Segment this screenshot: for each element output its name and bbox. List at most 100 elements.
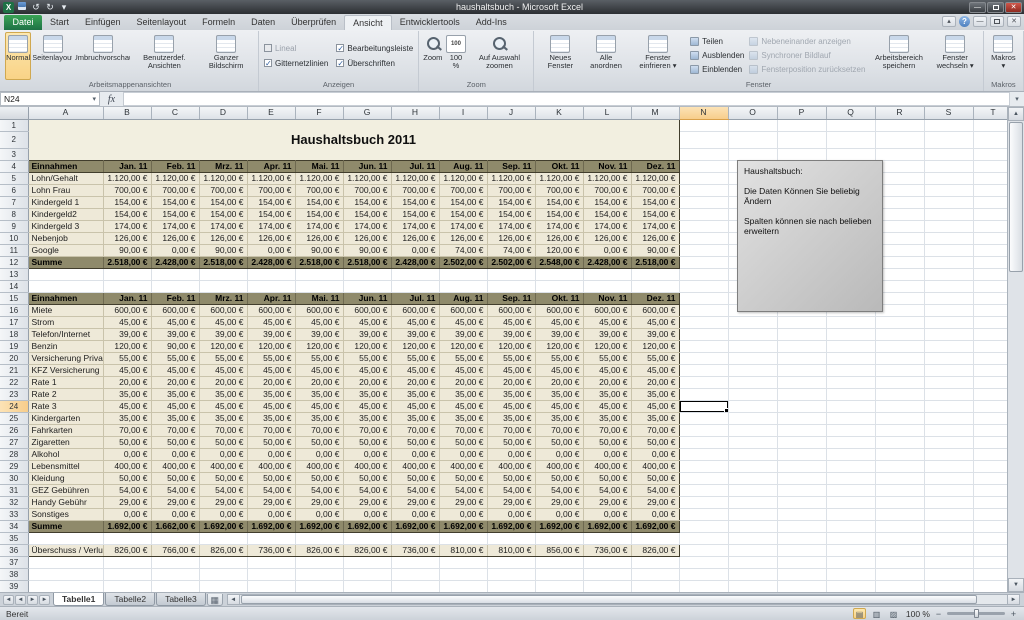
cell[interactable]: 126,00 € bbox=[295, 232, 343, 244]
cell[interactable]: 1.120,00 € bbox=[103, 172, 151, 184]
cell[interactable] bbox=[777, 340, 826, 352]
cell[interactable]: 1.120,00 € bbox=[199, 172, 247, 184]
cell[interactable] bbox=[295, 280, 343, 292]
cell[interactable]: 126,00 € bbox=[199, 232, 247, 244]
row-header-13[interactable]: 13 bbox=[0, 268, 28, 280]
month-header[interactable]: Mrz. 11 bbox=[199, 292, 247, 304]
selected-cell[interactable] bbox=[679, 400, 728, 412]
cell[interactable]: 400,00 € bbox=[583, 460, 631, 472]
cell[interactable] bbox=[924, 496, 973, 508]
cell[interactable] bbox=[875, 484, 924, 496]
cell[interactable] bbox=[777, 508, 826, 520]
row-header-17[interactable]: 17 bbox=[0, 316, 28, 328]
cell[interactable]: 54,00 € bbox=[343, 484, 391, 496]
cell[interactable]: 50,00 € bbox=[151, 472, 199, 484]
row-header-15[interactable]: 15 bbox=[0, 292, 28, 304]
cell[interactable]: 700,00 € bbox=[487, 184, 535, 196]
month-header[interactable]: Okt. 11 bbox=[535, 160, 583, 172]
cell[interactable] bbox=[728, 568, 777, 580]
cell[interactable]: 826,00 € bbox=[295, 544, 343, 556]
cell[interactable]: 50,00 € bbox=[583, 472, 631, 484]
row-header-27[interactable]: 27 bbox=[0, 436, 28, 448]
cell[interactable]: 45,00 € bbox=[391, 400, 439, 412]
cell[interactable]: 54,00 € bbox=[535, 484, 583, 496]
cell[interactable] bbox=[679, 256, 728, 268]
cell[interactable]: 174,00 € bbox=[247, 220, 295, 232]
month-header[interactable]: Feb. 11 bbox=[151, 160, 199, 172]
cell[interactable] bbox=[103, 532, 151, 544]
cell[interactable]: 1.692,00 € bbox=[391, 520, 439, 532]
row-label[interactable]: Kindergeld 1 bbox=[28, 196, 103, 208]
cell[interactable]: 400,00 € bbox=[295, 460, 343, 472]
cell[interactable]: 35,00 € bbox=[343, 388, 391, 400]
cell[interactable] bbox=[924, 268, 973, 280]
cell[interactable]: 600,00 € bbox=[535, 304, 583, 316]
cell[interactable]: 0,00 € bbox=[583, 448, 631, 460]
collapse-ribbon-icon[interactable]: ▴ bbox=[942, 16, 956, 27]
next-sheet-icon[interactable]: ► bbox=[27, 595, 38, 605]
cell[interactable]: 1.692,00 € bbox=[103, 520, 151, 532]
column-header-p[interactable]: P bbox=[777, 107, 826, 119]
cell[interactable] bbox=[679, 364, 728, 376]
cell[interactable]: 45,00 € bbox=[535, 400, 583, 412]
cell[interactable]: 2.518,00 € bbox=[631, 256, 679, 268]
vertical-scrollbar[interactable]: ▲ ▼ bbox=[1007, 107, 1024, 592]
cell[interactable] bbox=[728, 484, 777, 496]
row-header-28[interactable]: 28 bbox=[0, 448, 28, 460]
cell[interactable]: 174,00 € bbox=[631, 220, 679, 232]
cell[interactable]: 0,00 € bbox=[151, 448, 199, 460]
cell[interactable] bbox=[391, 580, 439, 592]
cell[interactable]: 1.120,00 € bbox=[487, 172, 535, 184]
cell[interactable]: 810,00 € bbox=[439, 544, 487, 556]
cell[interactable]: 174,00 € bbox=[439, 220, 487, 232]
cell[interactable]: 400,00 € bbox=[535, 460, 583, 472]
row-label[interactable]: Summe bbox=[28, 520, 103, 532]
cell[interactable] bbox=[875, 424, 924, 436]
row-header-39[interactable]: 39 bbox=[0, 580, 28, 592]
ribbon-button-makros[interactable]: Makros ▾ bbox=[987, 32, 1020, 80]
cell[interactable]: 35,00 € bbox=[583, 388, 631, 400]
cell[interactable] bbox=[728, 556, 777, 568]
cell[interactable] bbox=[826, 424, 875, 436]
cell[interactable]: 826,00 € bbox=[631, 544, 679, 556]
row-label[interactable]: Telefon/Internet bbox=[28, 328, 103, 340]
ribbon-button-teilen[interactable]: Teilen bbox=[688, 35, 746, 48]
row-label[interactable]: Rate 1 bbox=[28, 376, 103, 388]
row-header-12[interactable]: 12 bbox=[0, 256, 28, 268]
row-header-22[interactable]: 22 bbox=[0, 376, 28, 388]
row-header-24[interactable]: 24 bbox=[0, 400, 28, 412]
cell[interactable]: 45,00 € bbox=[631, 400, 679, 412]
ribbon-button-100[interactable]: 100100 % bbox=[444, 32, 467, 80]
cell[interactable]: 54,00 € bbox=[247, 484, 295, 496]
zoom-level[interactable]: 100 % bbox=[904, 609, 930, 619]
cell[interactable] bbox=[924, 131, 973, 148]
row-label[interactable]: Strom bbox=[28, 316, 103, 328]
row-header-14[interactable]: 14 bbox=[0, 280, 28, 292]
cell[interactable] bbox=[875, 460, 924, 472]
zoom-out-button[interactable]: − bbox=[934, 609, 943, 619]
cell[interactable] bbox=[487, 568, 535, 580]
ribbon-button-fenster-einfrieren[interactable]: Fenster einfrieren ▾ bbox=[629, 32, 687, 80]
cell[interactable] bbox=[28, 556, 103, 568]
cell[interactable]: 35,00 € bbox=[103, 412, 151, 424]
cell[interactable]: 54,00 € bbox=[151, 484, 199, 496]
cell[interactable]: 0,00 € bbox=[247, 508, 295, 520]
cell[interactable] bbox=[875, 412, 924, 424]
cell[interactable]: 0,00 € bbox=[247, 448, 295, 460]
cell[interactable] bbox=[439, 532, 487, 544]
cell[interactable] bbox=[728, 148, 777, 160]
cell[interactable]: 55,00 € bbox=[583, 352, 631, 364]
cell[interactable]: 154,00 € bbox=[343, 196, 391, 208]
horizontal-scroll-track[interactable] bbox=[240, 594, 1007, 605]
cell[interactable]: 2.518,00 € bbox=[103, 256, 151, 268]
column-header-n[interactable]: N bbox=[679, 107, 728, 119]
cell[interactable]: 120,00 € bbox=[295, 340, 343, 352]
month-header[interactable]: Jun. 11 bbox=[343, 160, 391, 172]
cell[interactable] bbox=[295, 556, 343, 568]
cell[interactable]: 35,00 € bbox=[487, 388, 535, 400]
ribbon-button-auf-auswahl-zoomen[interactable]: Auf Auswahl zoomen bbox=[468, 32, 530, 80]
cell[interactable]: 1.692,00 € bbox=[247, 520, 295, 532]
cell[interactable] bbox=[875, 400, 924, 412]
cell[interactable]: 35,00 € bbox=[247, 388, 295, 400]
cell[interactable] bbox=[679, 280, 728, 292]
